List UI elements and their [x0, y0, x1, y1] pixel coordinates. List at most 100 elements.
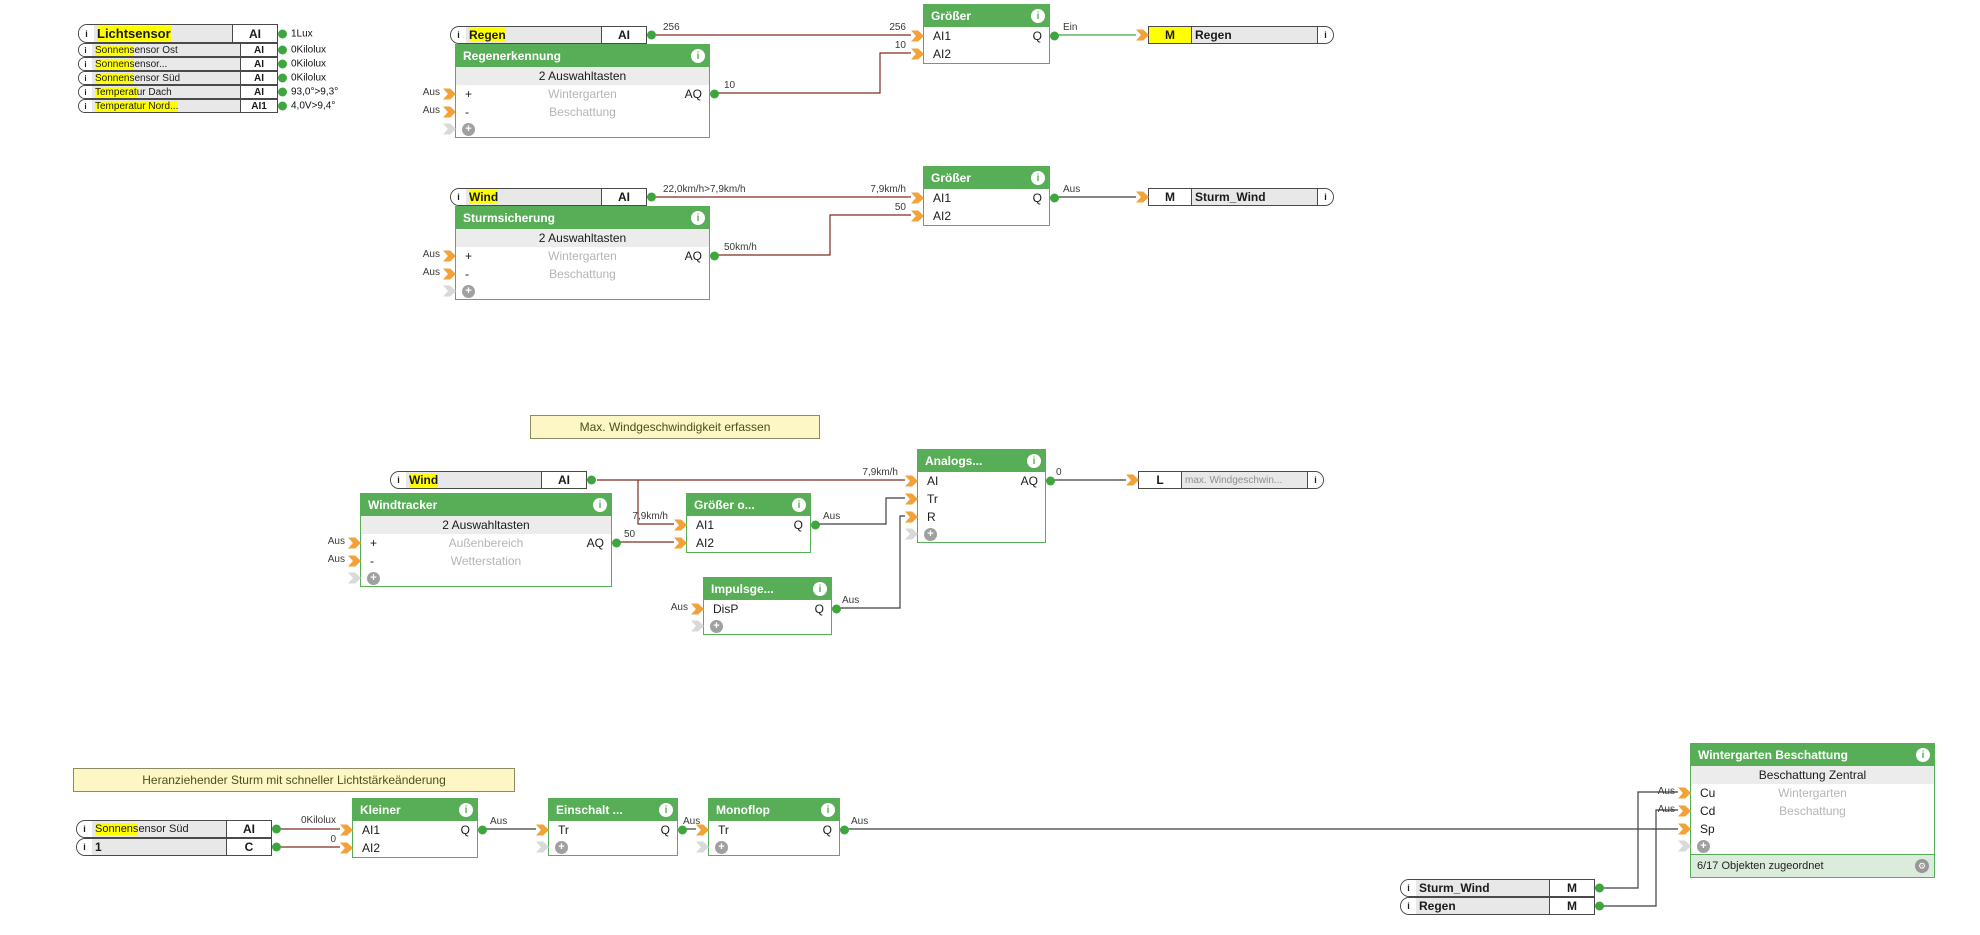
output-dot[interactable] — [647, 30, 656, 40]
output-dot[interactable] — [710, 89, 719, 99]
info-icon[interactable]: i — [79, 100, 92, 112]
add-input-icon[interactable]: + — [1697, 839, 1710, 853]
regenerkennung[interactable]: Regenerkennung i 2 Auswahltasten Aus + Winter… — [423, 44, 719, 138]
info-icon[interactable]: i — [451, 27, 466, 43]
output-dot[interactable] — [278, 59, 287, 69]
info-icon[interactable]: i — [451, 189, 466, 205]
info-icon[interactable]: i — [813, 582, 827, 596]
info-icon[interactable]: i — [459, 803, 473, 817]
windtracker[interactable]: Windtracker i 2 Auswahltasten Aus + Außenbere… — [328, 493, 621, 587]
kleiner[interactable]: Kleiner i AI1 Q AI2 — [340, 798, 487, 858]
comment-box[interactable]: Max. Windgeschwindigkeit erfassen — [530, 415, 820, 439]
info-icon[interactable]: i — [79, 58, 92, 70]
output-dot[interactable] — [278, 45, 287, 55]
add-input-icon[interactable]: + — [710, 619, 723, 633]
add-input-icon[interactable]: + — [715, 840, 728, 854]
type-tag: AI — [240, 44, 277, 56]
output-label: Q — [793, 518, 803, 532]
sonnensensor-sued[interactable]: i Sonnens ensor Süd AI — [76, 820, 281, 838]
regen-input[interactable]: i Regen AI — [450, 26, 656, 44]
add-input-icon[interactable]: + — [367, 571, 380, 585]
info-icon[interactable]: i — [821, 803, 835, 817]
add-input-icon[interactable]: + — [924, 527, 937, 541]
m-sturm-wind[interactable]: M Sturm_Wind i — [1136, 188, 1334, 206]
type-tag: AI — [240, 72, 277, 84]
add-input-icon[interactable]: + — [462, 122, 475, 136]
output-dot[interactable] — [272, 824, 281, 834]
info-icon[interactable]: i — [1027, 454, 1041, 468]
groesser-1[interactable]: Größer i AI1 Q AI2 — [911, 4, 1059, 64]
block-title: Analogs... — [925, 454, 983, 468]
add-input-icon[interactable]: + — [555, 840, 568, 854]
output-dot[interactable] — [278, 101, 287, 111]
output-dot[interactable] — [1595, 901, 1604, 911]
sonnensensor-ost[interactable]: i Sonnens ensor Ost AI 0Kilolux — [78, 43, 326, 57]
output-dot[interactable] — [1595, 883, 1604, 893]
gear-icon[interactable]: ⚙ — [1915, 859, 1929, 873]
wintergarten-beschattung[interactable]: Wintergarten Beschattung i Beschattung Zen… — [1658, 743, 1935, 878]
temperatur-nord[interactable]: i Temperatur Nord... AI1 4,0V>9,4° — [78, 99, 335, 113]
regen-mem[interactable]: i Regen M — [1400, 897, 1604, 915]
info-icon[interactable]: i — [691, 49, 705, 63]
konstante-1[interactable]: i1 C — [76, 838, 281, 856]
wind-input-2[interactable]: i Wind AI — [390, 471, 596, 489]
wire[interactable] — [716, 52, 911, 94]
info-icon[interactable]: i — [1916, 748, 1930, 762]
groesser-2[interactable]: Größer i AI1 Q AI2 — [911, 166, 1059, 226]
output-dot[interactable] — [710, 251, 719, 261]
input-label: AI2 — [933, 47, 952, 61]
info-icon[interactable]: i — [1401, 880, 1416, 896]
output-dot[interactable] — [587, 475, 596, 485]
einschaltverzoegerung[interactable]: Einschalt ... i Tr Q + — [536, 798, 687, 856]
info-icon[interactable]: i — [1031, 171, 1045, 185]
info-icon[interactable]: i — [79, 25, 94, 42]
sonnensensor-2[interactable]: i Sonnens ensor... AI 0Kilolux — [78, 57, 326, 71]
info-icon[interactable]: i — [792, 498, 806, 512]
temperatur-dach[interactable]: i Temperat ur Dach AI 93,0°>9,3° — [78, 85, 338, 99]
analogspeicher[interactable]: Analogs... i AI AQ Tr R + — [905, 449, 1055, 543]
monoflop[interactable]: Monoflop i Tr Q + — [696, 798, 849, 856]
wind-input[interactable]: i Wind AI — [450, 188, 656, 206]
sonnensensor-sued-list[interactable]: i Sonnens ensor Süd AI 0Kilolux — [78, 71, 326, 85]
output-dot[interactable] — [612, 538, 621, 548]
output-dot[interactable] — [278, 29, 287, 38]
info-icon[interactable]: i — [79, 72, 92, 84]
output-dot[interactable] — [272, 842, 281, 852]
impulsgeber[interactable]: Impulsge... i Aus DisP Q + — [671, 577, 841, 635]
output-dot[interactable] — [840, 825, 849, 835]
info-icon[interactable]: i — [691, 211, 705, 225]
info-icon[interactable]: i — [1307, 472, 1323, 488]
output-dot[interactable] — [278, 73, 287, 83]
info-icon[interactable]: i — [593, 498, 607, 512]
sturmsicherung[interactable]: Sturmsicherung i 2 Auswahltasten Aus + Winter… — [423, 206, 719, 300]
info-icon[interactable]: i — [79, 86, 92, 98]
comment-box[interactable]: Heranziehender Sturm mit schneller Licht… — [73, 768, 515, 792]
output-dot[interactable] — [278, 87, 287, 97]
groesser-o[interactable]: Größer o... i AI1 Q AI2 — [674, 493, 820, 553]
output-dot[interactable] — [1050, 31, 1059, 41]
info-icon[interactable]: i — [659, 803, 673, 817]
info-icon[interactable]: i — [391, 472, 406, 488]
info-icon[interactable]: i — [1317, 27, 1333, 43]
output-dot[interactable] — [1046, 476, 1055, 486]
sturm-wind-mem[interactable]: i Sturm_Wind M — [1400, 879, 1604, 897]
output-dot[interactable] — [647, 192, 656, 202]
output-dot[interactable] — [478, 825, 487, 835]
add-input-icon[interactable]: + — [462, 284, 475, 298]
wire-value-label: Aus — [1063, 184, 1081, 195]
output-dot[interactable] — [1050, 193, 1059, 203]
l-maxwind[interactable]: Lmax. Windgeschwin... i — [1126, 471, 1324, 489]
info-icon[interactable]: i — [77, 821, 92, 837]
block-title: Größer — [931, 9, 972, 23]
info-icon[interactable]: i — [1031, 9, 1045, 23]
m-regen[interactable]: M Regen i — [1136, 26, 1334, 44]
block-subtitle-row: 2 Auswahltasten — [456, 67, 709, 85]
output-dot[interactable] — [832, 604, 841, 614]
info-icon[interactable]: i — [1317, 189, 1333, 205]
output-dot[interactable] — [811, 520, 820, 530]
lichtsensor[interactable]: i Lichtsensor AI 1Lux — [78, 24, 313, 43]
info-icon[interactable]: i — [79, 44, 92, 56]
info-icon[interactable]: i — [77, 839, 92, 855]
assigned-room-label: Beschattung — [549, 267, 616, 281]
info-icon[interactable]: i — [1401, 898, 1416, 914]
